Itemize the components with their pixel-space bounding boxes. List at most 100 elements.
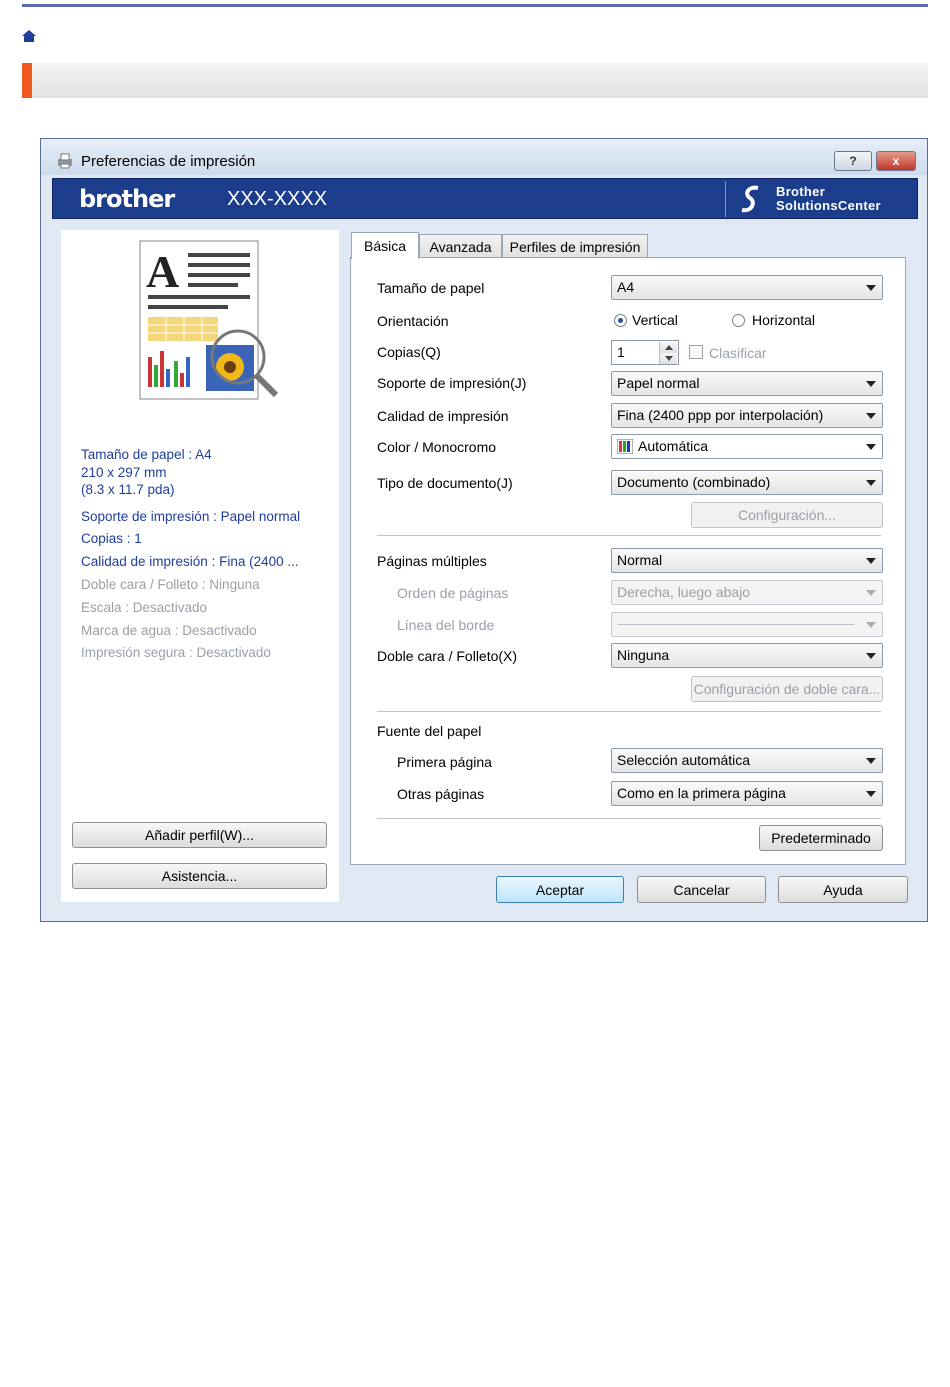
media-value: Papel normal [617,375,700,391]
paper-source-label: Fuente del papel [377,723,482,739]
quality-value: Fina (2400 ppp por interpolación) [617,407,824,423]
chevron-down-icon [866,444,876,450]
color-value: Automática [638,438,709,454]
document-type-select[interactable]: Documento (combinado) [611,470,883,495]
title-bar: Preferencias de impresión ? x [41,139,927,175]
chevron-down-icon [866,622,876,628]
dialog-title: Preferencias de impresión [81,153,256,170]
multiple-pages-value: Normal [617,552,663,568]
media-select[interactable]: Papel normal [611,371,883,396]
svg-text:A: A [146,246,179,297]
help-title-button[interactable]: ? [834,151,872,171]
duplex-value: Ninguna [617,647,670,663]
default-button[interactable]: Predeterminado [759,825,883,851]
chevron-down-icon [866,758,876,764]
other-pages-label: Otras páginas [397,786,485,802]
divider [377,818,881,819]
quality-label: Calidad de impresión [377,408,509,424]
summary-dims-mm: 210 x 297 mm [81,465,167,480]
copies-stepper[interactable]: 1 [611,340,679,365]
chevron-down-icon [866,590,876,596]
cancel-button[interactable]: Cancelar [637,876,766,903]
orientation-vertical-radio[interactable] [614,314,627,327]
chevron-down-icon [866,791,876,797]
support-button[interactable]: Asistencia... [72,863,327,889]
summary-quality: Calidad de impresión : Fina (2400 ... [81,554,299,569]
duplex-label: Doble cara / Folleto(X) [377,648,518,664]
orientation-vertical-label: Vertical [632,312,678,328]
print-preferences-dialog: Preferencias de impresión ? x brother XX… [40,138,928,922]
page-order-label: Orden de páginas [397,585,509,601]
chevron-down-icon [866,558,876,564]
duplex-select[interactable]: Ninguna [611,643,883,668]
stepper-up-icon[interactable] [659,342,677,353]
document-type-value: Documento (combinado) [617,474,771,490]
copies-label: Copias(Q) [377,344,441,360]
media-label: Soporte de impresión(J) [377,375,527,391]
summary-watermark: Marca de agua : Desactivado [81,623,257,638]
chevron-down-icon [866,653,876,659]
solutions-center-line1: Brother [776,184,826,199]
collate-label: Clasificar [709,345,767,361]
multiple-pages-select[interactable]: Normal [611,548,883,573]
close-button[interactable]: x [876,151,916,171]
solutions-center-link[interactable]: Brother SolutionsCenter [725,181,917,217]
add-profile-button[interactable]: Añadir perfil(W)... [72,822,327,848]
settings-summary-panel: A Tamaño de papel : A4 210 x 297 mm (8.3… [61,230,339,902]
border-line-label: Línea del borde [397,617,495,633]
page-order-select[interactable]: Derecha, luego abajo [611,580,883,605]
section-accent [22,63,32,98]
document-config-button[interactable]: Configuración... [691,502,883,528]
home-icon[interactable] [22,30,36,42]
brand-banner: brother XXX-XXXX Brother SolutionsCenter [52,178,918,219]
solutions-center-line2: SolutionsCenter [776,198,881,213]
tab-advanced[interactable]: Avanzada [419,234,502,258]
multiple-pages-label: Páginas múltiples [377,553,487,569]
color-label: Color / Monocromo [377,439,497,455]
tab-print-profiles[interactable]: Perfiles de impresión [502,234,648,258]
print-preview-image: A [139,240,279,400]
chevron-down-icon [866,480,876,486]
paper-size-label: Tamaño de papel [377,280,485,296]
first-page-label: Primera página [397,754,492,770]
border-line-select[interactable] [611,612,883,637]
color-select[interactable]: Automática [611,434,883,459]
page-order-value: Derecha, luego abajo [617,584,751,600]
orientation-horizontal-radio[interactable] [732,314,745,327]
summary-scale: Escala : Desactivado [81,600,208,615]
other-pages-select[interactable]: Como en la primera página [611,781,883,806]
document-type-label: Tipo de documento(J) [377,475,513,491]
summary-copies: Copias : 1 [81,531,142,546]
help-button[interactable]: Ayuda [778,876,908,903]
divider [377,711,881,712]
printer-icon [58,153,72,169]
summary-dims-in: (8.3 x 11.7 pda) [81,482,175,497]
summary-paper-size: Tamaño de papel : A4 [81,447,212,462]
model-name: XXX-XXXX [227,188,328,210]
duplex-config-button[interactable]: Configuración de doble cara... [691,676,883,702]
stepper-down-icon[interactable] [659,353,677,364]
summary-secure: Impresión segura : Desactivado [81,645,271,660]
summary-media: Soporte de impresión : Papel normal [81,509,301,524]
first-page-select[interactable]: Selección automática [611,748,883,773]
paper-size-select[interactable]: A4 [611,275,883,300]
collate-checkbox[interactable] [689,345,703,359]
chevron-down-icon [866,381,876,387]
orientation-label: Orientación [377,313,449,329]
color-mode-icon [617,439,633,454]
first-page-value: Selección automática [617,752,751,768]
other-pages-value: Como en la primera página [617,785,786,801]
ok-button[interactable]: Aceptar [496,876,624,903]
basic-tab-panel: Tamaño de papel A4 Orientación Vertical … [350,257,906,865]
border-line-preview [618,624,854,625]
copies-value: 1 [617,344,625,360]
top-rule [22,4,928,7]
divider [377,535,881,536]
tab-basic[interactable]: Básica [351,232,419,259]
quality-select[interactable]: Fina (2400 ppp por interpolación) [611,403,883,428]
summary-duplex: Doble cara / Folleto : Ninguna [81,577,260,592]
orientation-horizontal-label: Horizontal [752,312,816,328]
paper-size-value: A4 [617,279,635,295]
chevron-down-icon [866,285,876,291]
solutions-center-icon [741,185,759,213]
